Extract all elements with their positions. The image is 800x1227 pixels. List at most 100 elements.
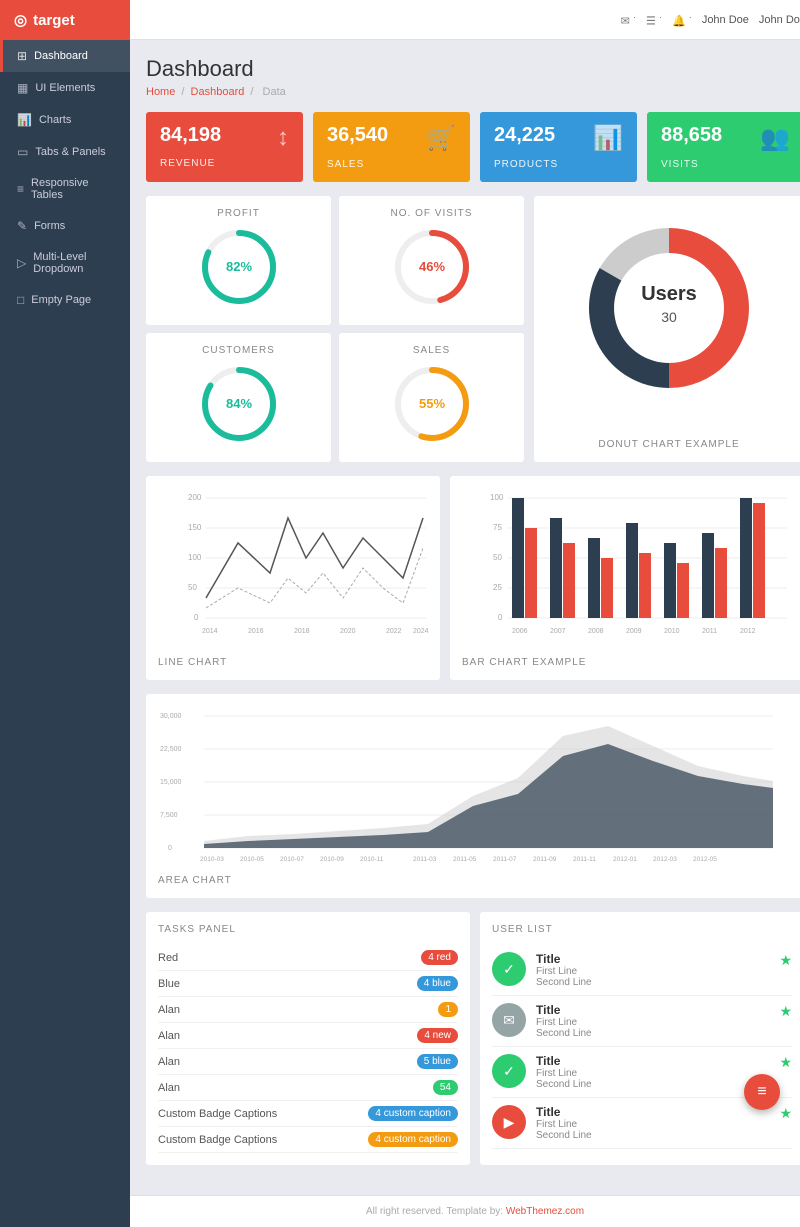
user-line2-1: Second Line <box>536 1028 592 1039</box>
user-list-item[interactable]: ✉ Title First Line Second Line ★ <box>492 996 792 1047</box>
stat-card-icon-3: 👥 <box>760 124 790 153</box>
task-badge-1: 4 blue <box>417 976 458 991</box>
svg-text:50: 50 <box>493 553 502 562</box>
user-avatar-0: ✓ <box>492 952 526 986</box>
sidebar-item-responsive-tables[interactable]: ≡Responsive Tables <box>0 168 130 210</box>
stat-card-revenue: 84,198 ↕ REVENUE <box>146 112 303 182</box>
sidebar-item-multi-level-dropdown[interactable]: ▷Multi-Level Dropdown <box>0 242 130 284</box>
gauge-label-3: SALES <box>351 345 512 356</box>
user-label[interactable]: John Doe <box>702 14 749 26</box>
svg-text:2009: 2009 <box>626 628 642 635</box>
task-label-0: Red <box>158 952 178 964</box>
svg-text:50: 50 <box>188 583 197 592</box>
stat-card-number-2: 24,225 <box>494 124 555 147</box>
svg-text:2010-09: 2010-09 <box>320 856 344 863</box>
stat-card-top-3: 88,658 👥 <box>661 124 790 153</box>
task-row[interactable]: Alan 4 new <box>158 1023 458 1049</box>
middle-row: PROFIT 82% NO. OF VISITS 46% CUSTOMERS 8… <box>146 196 800 462</box>
gauge-label-0: PROFIT <box>158 208 319 219</box>
svg-text:2007: 2007 <box>550 628 566 635</box>
task-row[interactable]: Custom Badge Captions 4 custom caption <box>158 1101 458 1127</box>
sidebar-item-dashboard[interactable]: ⊞Dashboard <box>0 40 130 72</box>
user-star-2[interactable]: ★ <box>779 1054 792 1071</box>
sidebar-icon-0: ⊞ <box>17 49 27 63</box>
user-list-item[interactable]: ✓ Title First Line Second Line ★ <box>492 945 792 996</box>
svg-text:75: 75 <box>493 523 502 532</box>
stat-card-label-3: VISITS <box>661 159 790 170</box>
logo[interactable]: ◎ target <box>0 0 130 40</box>
user-info-0: Title First Line Second Line <box>536 952 592 988</box>
task-label-1: Blue <box>158 978 180 990</box>
stat-card-visits: 88,658 👥 VISITS <box>647 112 800 182</box>
sidebar-item-empty-page[interactable]: □ Empty Page <box>0 284 130 316</box>
sidebar-item-ui-elements[interactable]: ▦UI Elements <box>0 72 130 104</box>
user-avatar-1: ✉ <box>492 1003 526 1037</box>
task-row[interactable]: Custom Badge Captions 4 custom caption <box>158 1127 458 1153</box>
task-row[interactable]: Alan 1 <box>158 997 458 1023</box>
task-badge-3: 4 new <box>417 1028 458 1043</box>
user-line1-0: First Line <box>536 966 592 977</box>
breadcrumb-home[interactable]: Home <box>146 86 175 98</box>
stat-card-sales: 36,540 🛒 SALES <box>313 112 470 182</box>
sidebar-icon-7: □ <box>17 293 24 307</box>
svg-text:15,000: 15,000 <box>160 779 182 786</box>
user-line1-3: First Line <box>536 1119 592 1130</box>
fab-button[interactable]: ≡ <box>744 1074 780 1110</box>
breadcrumb-dashboard[interactable]: Dashboard <box>191 86 245 98</box>
svg-text:2014: 2014 <box>202 628 218 635</box>
sidebar-icon-5: ✎ <box>17 219 27 233</box>
svg-text:200: 200 <box>188 493 202 502</box>
task-row[interactable]: Alan 5 blue <box>158 1049 458 1075</box>
task-label-6: Custom Badge Captions <box>158 1108 277 1120</box>
user-title-2: Title <box>536 1054 592 1068</box>
main-content: ✉ · ☰ · 🔔 · John Doe John Doe Dashboard … <box>130 0 800 1227</box>
stat-card-number-3: 88,658 <box>661 124 722 147</box>
task-badge-0: 4 red <box>421 950 458 965</box>
svg-text:2008: 2008 <box>588 628 604 635</box>
donut-chart: Users 30 <box>546 208 792 408</box>
sidebar-item-tabs-&-panels[interactable]: ▭Tabs & Panels <box>0 136 130 168</box>
user-star-3[interactable]: ★ <box>779 1105 792 1122</box>
sidebar-label-2: Charts <box>39 114 71 126</box>
sidebar-item-forms[interactable]: ✎ Forms <box>0 210 130 242</box>
stat-card-icon-1: 🛒 <box>426 124 456 153</box>
svg-text:Users: Users <box>641 283 697 305</box>
donut-title: DONUT CHART EXAMPLE <box>546 439 792 450</box>
task-row[interactable]: Alan 54 <box>158 1075 458 1101</box>
user-line2-3: Second Line <box>536 1130 592 1141</box>
gauge-card-sales: SALES 55% <box>339 333 524 462</box>
sidebar-label-5: Forms <box>34 220 65 232</box>
sidebar-label-7: Empty Page <box>31 294 91 306</box>
user-star-0[interactable]: ★ <box>779 952 792 969</box>
user-avatar-3: ▶ <box>492 1105 526 1139</box>
svg-text:2011: 2011 <box>702 628 717 635</box>
svg-text:2011-09: 2011-09 <box>533 856 557 863</box>
menu-icon[interactable]: ☰ · <box>646 12 662 28</box>
gauge-card-customers: CUSTOMERS 84% <box>146 333 331 462</box>
stat-card-label-0: REVENUE <box>160 158 289 169</box>
svg-text:100: 100 <box>188 553 202 562</box>
svg-text:2022: 2022 <box>386 628 402 635</box>
gauge-card-no.-of-visits: NO. OF VISITS 46% <box>339 196 524 325</box>
svg-text:30,000: 30,000 <box>160 713 182 720</box>
user-line2-0: Second Line <box>536 977 592 988</box>
gauge-label-2: CUSTOMERS <box>158 345 319 356</box>
svg-text:22,500: 22,500 <box>160 746 182 753</box>
line-chart-box: 200 150 100 50 0 2014 2016 <box>146 476 440 680</box>
stat-card-label-1: SALES <box>327 159 456 170</box>
task-row[interactable]: Blue 4 blue <box>158 971 458 997</box>
task-badge-6: 4 custom caption <box>368 1106 458 1121</box>
svg-text:7,500: 7,500 <box>160 812 178 819</box>
user-info-2: Title First Line Second Line <box>536 1054 592 1090</box>
mail-icon[interactable]: ✉ · <box>621 12 636 28</box>
bar-chart-box: 100 75 50 25 0 <box>450 476 800 680</box>
sidebar-icon-2: 📊 <box>17 113 32 127</box>
user-list-item[interactable]: ▶ Title First Line Second Line ★ <box>492 1098 792 1149</box>
sidebar-item-charts[interactable]: 📊 Charts <box>0 104 130 136</box>
line-chart: 200 150 100 50 0 2014 2016 <box>158 488 428 648</box>
task-row[interactable]: Red 4 red <box>158 945 458 971</box>
bell-icon[interactable]: 🔔 · <box>672 12 692 28</box>
task-badge-4: 5 blue <box>417 1054 458 1069</box>
user-star-1[interactable]: ★ <box>779 1003 792 1020</box>
footer-link[interactable]: WebThemez.com <box>506 1206 584 1217</box>
